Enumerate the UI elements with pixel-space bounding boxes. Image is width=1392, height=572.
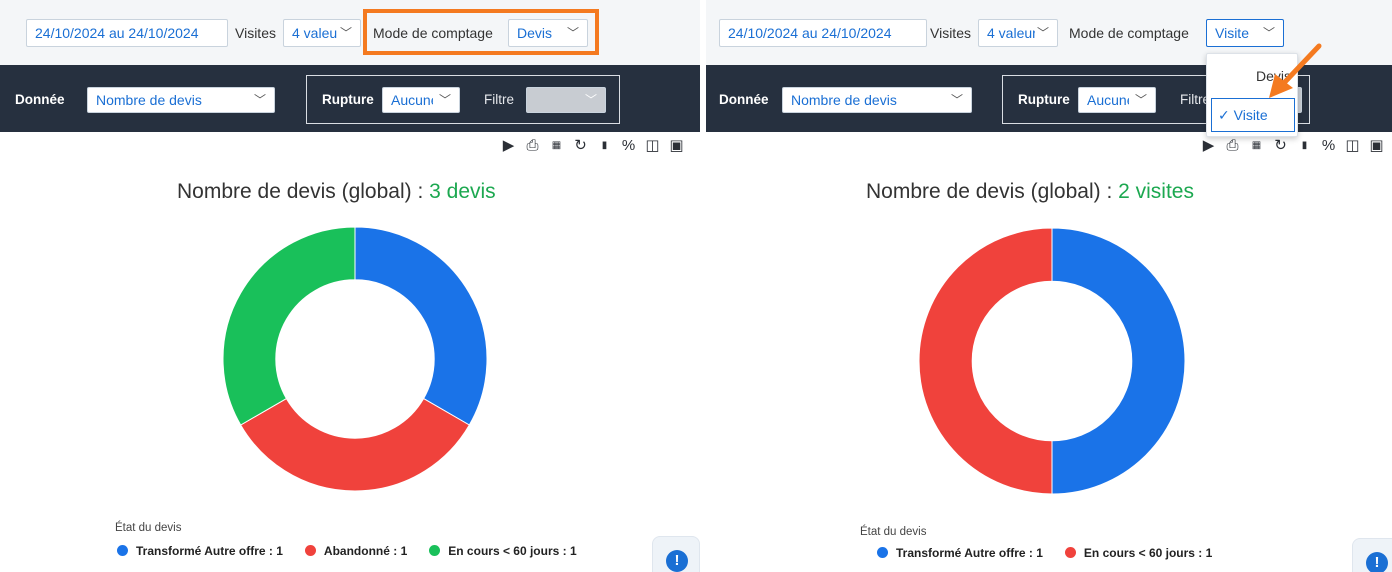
arrow-annotation bbox=[1269, 43, 1322, 98]
print-icon[interactable]: ⎙ bbox=[524, 137, 541, 155]
chart-title: Nombre de devis (global) : 3 devis bbox=[177, 180, 496, 204]
print-icon[interactable]: ⎙ bbox=[1224, 137, 1241, 155]
rupture-filter-group: Rupture Aucune ﹀ Filtre ﹀ bbox=[306, 75, 620, 124]
percent-icon[interactable]: % bbox=[620, 137, 637, 155]
chart-title: Nombre de devis (global) : 2 visites bbox=[866, 180, 1194, 204]
legend-label: Transformé Autre offre : 1 bbox=[136, 544, 283, 558]
right-panel: 24/10/2024 au 24/10/2024 Visites 4 valeu… bbox=[706, 0, 1392, 572]
legend-label: En cours < 60 jours : 1 bbox=[448, 544, 577, 558]
calculator-icon[interactable]: ▦ bbox=[1248, 137, 1265, 155]
legend-label: En cours < 60 jours : 1 bbox=[1083, 546, 1213, 560]
mode-comptage-value: Visite bbox=[1215, 25, 1249, 41]
chart-title-text: Nombre de devis (global) : bbox=[866, 180, 1113, 203]
alert-icon: ! bbox=[1366, 552, 1388, 572]
filter-bar: 24/10/2024 au 24/10/2024 Visites 4 valeu… bbox=[0, 0, 700, 65]
legend-dot-icon bbox=[117, 545, 128, 556]
donut-chart bbox=[918, 227, 1186, 495]
chart-toolbar: ▶ ⎙ ▦ ↻ ▮ % ◫ ▣ bbox=[1200, 137, 1392, 157]
rupture-select-value: Aucune bbox=[391, 92, 433, 108]
chevron-down-icon: ﹀ bbox=[1134, 93, 1147, 107]
visites-select-value: 4 valeurs bbox=[292, 25, 338, 41]
legend-title: État du devis bbox=[115, 522, 182, 534]
chart-legend: Transformé Autre offre : 1 En cours < 60 … bbox=[877, 546, 1234, 560]
chevron-down-icon: ﹀ bbox=[584, 93, 597, 107]
help-button[interactable]: ! bbox=[652, 536, 700, 572]
legend-label: Transformé Autre offre : 1 bbox=[896, 546, 1043, 560]
rupture-select-value: Aucune bbox=[1087, 92, 1129, 108]
visites-label: Visites bbox=[235, 25, 276, 41]
chart-title-value: 3 devis bbox=[429, 180, 496, 203]
highlight-annotation bbox=[363, 9, 599, 55]
refresh-icon[interactable]: ↻ bbox=[1272, 137, 1289, 155]
donnee-select-value: Nombre de devis bbox=[96, 92, 202, 108]
save-icon[interactable]: ▣ bbox=[668, 137, 685, 155]
save-icon[interactable]: ▣ bbox=[1368, 137, 1385, 155]
legend-item[interactable]: Transformé Autre offre : 1 bbox=[877, 546, 1043, 560]
donnee-label: Donnée bbox=[15, 92, 65, 107]
filtre-select[interactable]: ﹀ bbox=[526, 87, 606, 113]
visites-label: Visites bbox=[930, 25, 971, 41]
mode-comptage-label: Mode de comptage bbox=[1069, 25, 1189, 41]
chevron-down-icon: ﹀ bbox=[438, 93, 451, 107]
legend-item[interactable]: En cours < 60 jours : 1 bbox=[429, 544, 577, 558]
percent-icon[interactable]: % bbox=[1320, 137, 1337, 155]
help-button[interactable]: ! bbox=[1352, 538, 1392, 572]
chevron-down-icon: ﹀ bbox=[1036, 26, 1049, 40]
legend-dot-icon bbox=[304, 545, 316, 556]
donut-chart bbox=[222, 226, 488, 492]
columns-icon[interactable]: ◫ bbox=[1344, 137, 1361, 155]
donnee-select[interactable]: Nombre de devis ﹀ bbox=[782, 87, 972, 113]
visites-select-value: 4 valeurs bbox=[987, 25, 1035, 41]
donnee-label: Donnée bbox=[719, 92, 769, 107]
export-icon[interactable]: ▶ bbox=[1200, 137, 1217, 155]
bar-chart-icon[interactable]: ▮ bbox=[596, 137, 613, 155]
calculator-icon[interactable]: ▦ bbox=[548, 137, 565, 155]
alert-icon: ! bbox=[666, 550, 688, 572]
legend-dot-icon bbox=[429, 545, 441, 556]
donut-slice-1[interactable] bbox=[918, 227, 1053, 495]
chevron-down-icon: ﹀ bbox=[950, 93, 963, 107]
date-range-picker[interactable]: 24/10/2024 au 24/10/2024 bbox=[26, 19, 228, 47]
date-range-text: 24/10/2024 au 24/10/2024 bbox=[728, 25, 892, 41]
legend-item[interactable]: Transformé Autre offre : 1 bbox=[117, 544, 283, 558]
chevron-down-icon: ﹀ bbox=[253, 93, 266, 107]
data-bar: Donnée Nombre de devis ﹀ Rupture Aucune … bbox=[0, 65, 700, 132]
filtre-label: Filtre bbox=[484, 92, 514, 107]
legend-title: État du devis bbox=[860, 526, 927, 538]
legend-label: Abandonné : 1 bbox=[323, 544, 408, 558]
date-range-text: 24/10/2024 au 24/10/2024 bbox=[35, 25, 199, 41]
legend-dot-icon bbox=[1064, 547, 1076, 558]
visites-select[interactable]: 4 valeurs ﹀ bbox=[978, 19, 1058, 47]
chart-toolbar: ▶ ⎙ ▦ ↻ ▮ % ◫ ▣ bbox=[500, 137, 700, 157]
export-icon[interactable]: ▶ bbox=[500, 137, 517, 155]
donut-slice-0[interactable] bbox=[1051, 227, 1186, 495]
legend-item[interactable]: En cours < 60 jours : 1 bbox=[1064, 546, 1213, 560]
rupture-select[interactable]: Aucune ﹀ bbox=[1078, 87, 1156, 113]
date-range-picker[interactable]: 24/10/2024 au 24/10/2024 bbox=[719, 19, 927, 47]
columns-icon[interactable]: ◫ bbox=[644, 137, 661, 155]
legend-dot-icon bbox=[877, 547, 888, 558]
rupture-select[interactable]: Aucune ﹀ bbox=[382, 87, 460, 113]
donut-slice-0[interactable] bbox=[354, 226, 488, 426]
chart-legend: Transformé Autre offre : 1 Abandonné : 1 E… bbox=[117, 544, 599, 558]
donnee-select[interactable]: Nombre de devis ﹀ bbox=[87, 87, 275, 113]
rupture-label: Rupture bbox=[1018, 92, 1070, 107]
donut-slice-1[interactable] bbox=[240, 397, 470, 492]
chart-title-text: Nombre de devis (global) : bbox=[177, 180, 424, 203]
legend-item[interactable]: Abandonné : 1 bbox=[304, 544, 408, 558]
donut-slice-2[interactable] bbox=[222, 226, 356, 426]
refresh-icon[interactable]: ↻ bbox=[572, 137, 589, 155]
donnee-select-value: Nombre de devis bbox=[791, 92, 897, 108]
check-icon: ✓ bbox=[1218, 107, 1230, 123]
rupture-label: Rupture bbox=[322, 92, 374, 107]
chevron-down-icon: ﹀ bbox=[339, 26, 352, 40]
visites-select[interactable]: 4 valeurs ﹀ bbox=[283, 19, 361, 47]
chart-title-value: 2 visites bbox=[1118, 180, 1194, 203]
bar-chart-icon[interactable]: ▮ bbox=[1296, 137, 1313, 155]
left-panel: 24/10/2024 au 24/10/2024 Visites 4 valeu… bbox=[0, 0, 700, 572]
